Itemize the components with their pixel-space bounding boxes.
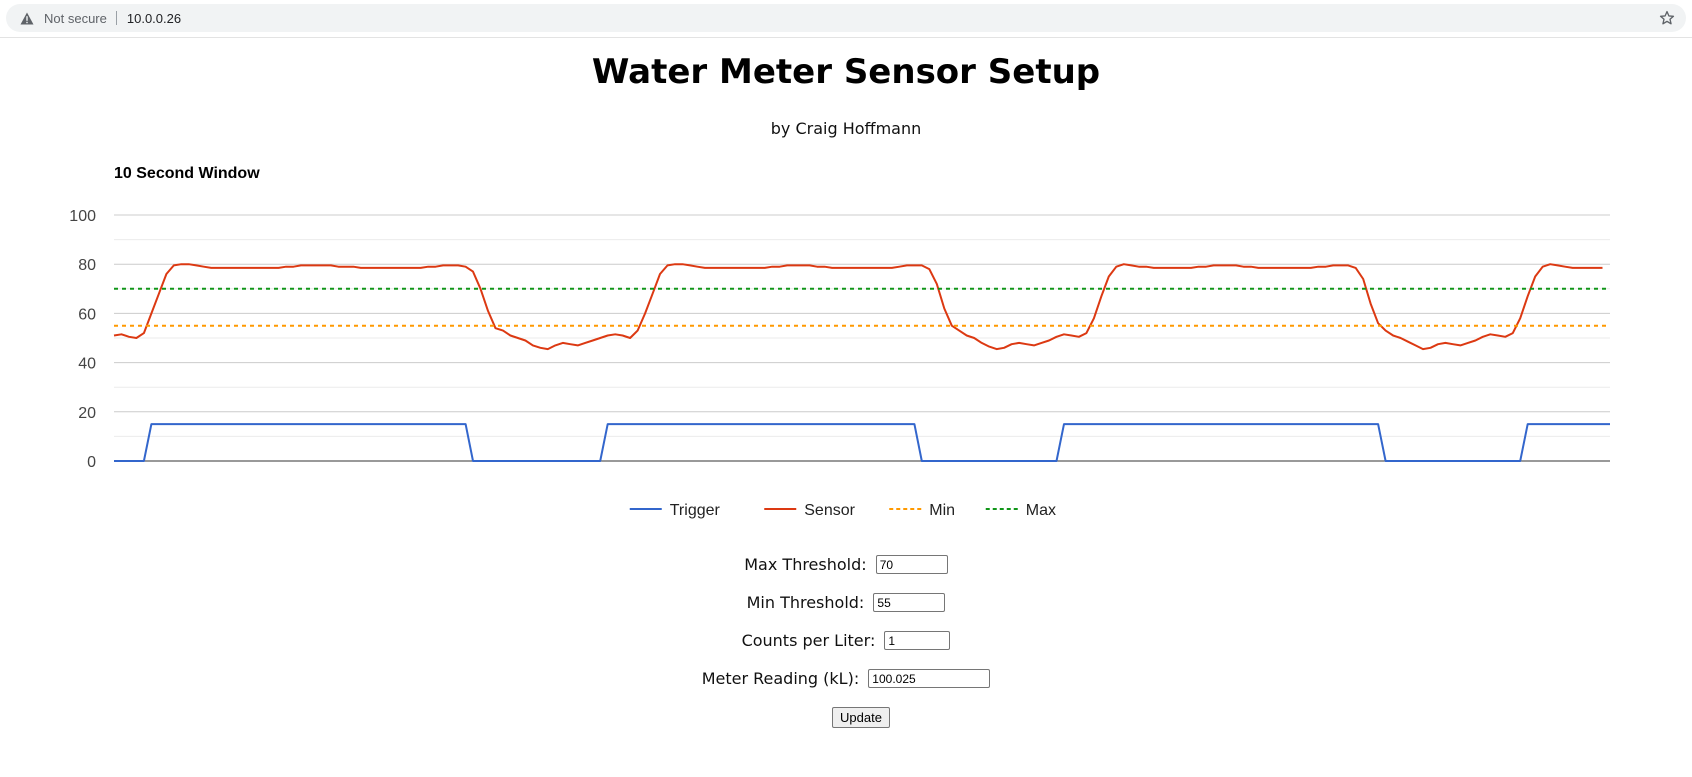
- min-threshold-row: Min Threshold:: [0, 592, 1692, 612]
- counts-per-liter-row: Counts per Liter:: [0, 630, 1692, 650]
- browser-toolbar: Not secure 10.0.0.26: [0, 0, 1692, 38]
- legend-label-max: Max: [1026, 502, 1056, 519]
- address-separator: [115, 11, 117, 25]
- meter-reading-input[interactable]: [868, 669, 991, 688]
- legend-label-min: Min: [929, 502, 955, 519]
- update-button[interactable]: Update: [832, 707, 890, 728]
- page-subtitle: by Craig Hoffmann: [770, 119, 922, 138]
- page-title: Water Meter Sensor Setup: [591, 52, 1101, 92]
- chart-title: 10 Second Window: [114, 165, 260, 182]
- counts-per-liter-label: Counts per Liter:: [741, 631, 876, 650]
- meter-reading-row: Meter Reading (kL):: [0, 668, 1692, 688]
- y-tick-label: 60: [78, 306, 96, 323]
- sensor-series-line: [113, 263, 1603, 351]
- legend-label-trigger: Trigger: [670, 502, 721, 519]
- url-text[interactable]: 10.0.0.26: [127, 11, 181, 26]
- max-threshold-input[interactable]: [875, 555, 948, 574]
- max-threshold-row: Max Threshold:: [0, 554, 1692, 574]
- y-tick-label: 100: [69, 208, 96, 225]
- trigger-series-line: [114, 423, 1610, 462]
- security-status-text[interactable]: Not secure: [44, 11, 107, 26]
- y-tick-label: 40: [78, 356, 96, 373]
- counts-per-liter-input[interactable]: [884, 631, 951, 650]
- warning-icon[interactable]: [20, 10, 36, 26]
- sensor-chart: 10 Second Window 0 20 40 60 80 100 Trigger Senso…: [69, 165, 1610, 519]
- bookmark-star-icon[interactable]: [1658, 9, 1676, 27]
- min-threshold-input[interactable]: [873, 593, 946, 612]
- meter-reading-label: Meter Reading (kL):: [701, 669, 860, 688]
- legend-label-sensor: Sensor: [804, 502, 855, 519]
- address-bar[interactable]: Not secure 10.0.0.26: [6, 4, 1686, 32]
- y-tick-label: 80: [78, 257, 96, 274]
- y-tick-label: 0: [87, 454, 96, 471]
- max-threshold-label: Max Threshold:: [744, 555, 867, 574]
- y-tick-label: 20: [78, 405, 96, 422]
- min-threshold-label: Min Threshold:: [746, 593, 865, 612]
